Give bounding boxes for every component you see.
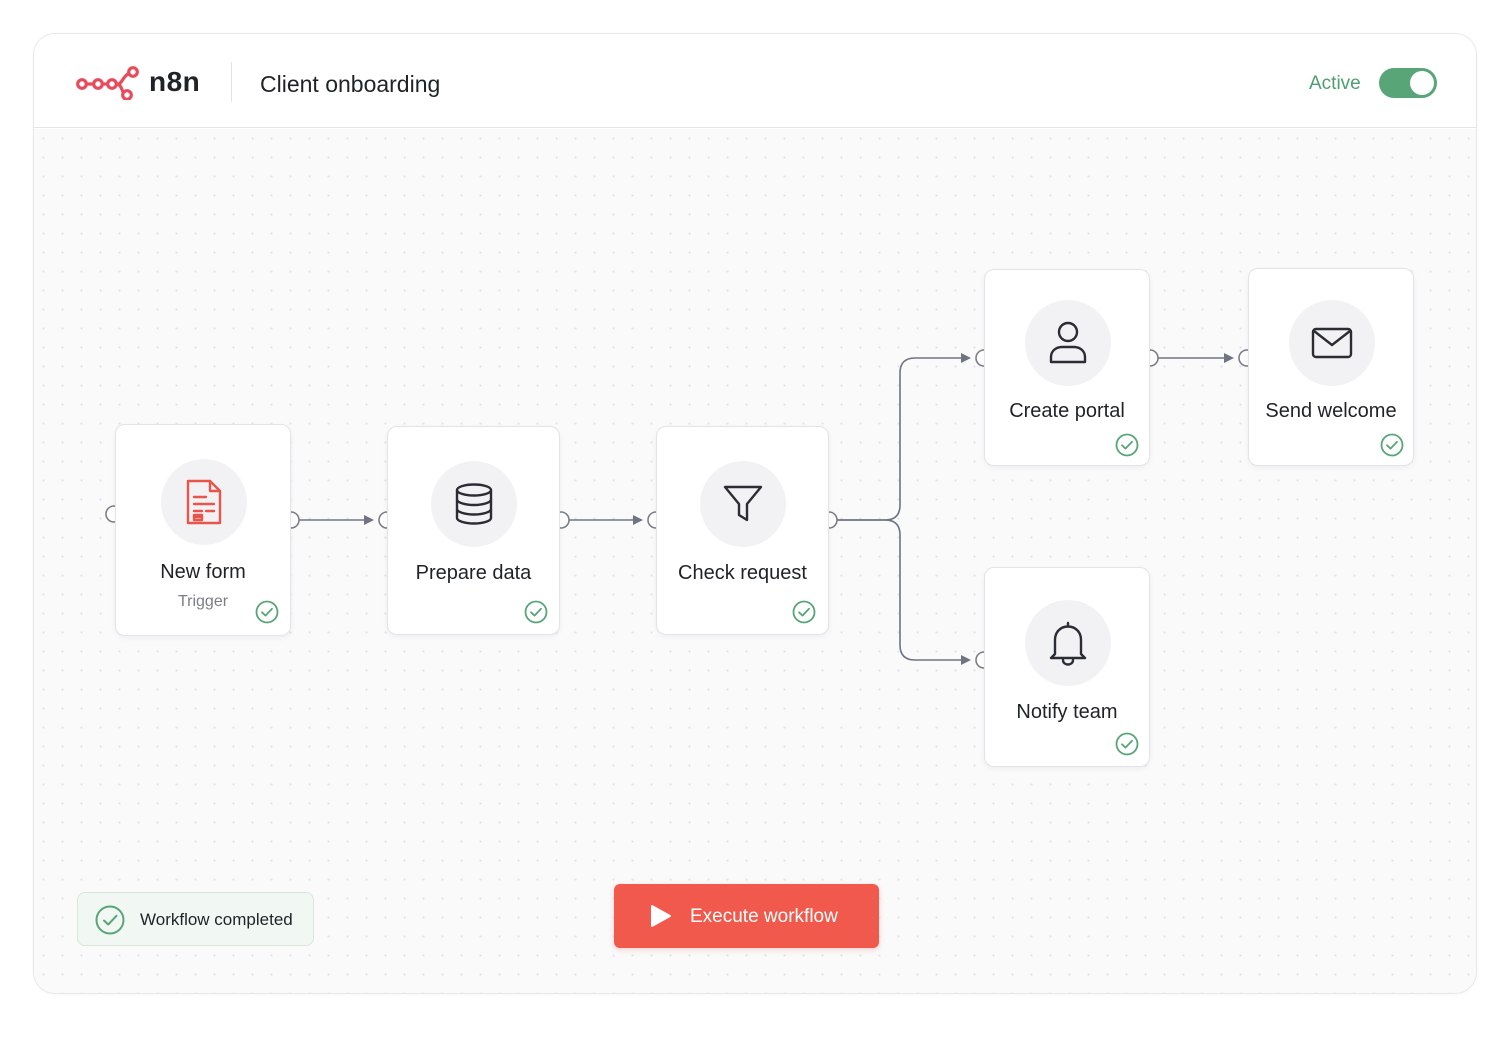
workflow-status-pill: Workflow completed: [77, 892, 314, 946]
play-icon: [651, 905, 671, 927]
editor-header: n8n Client onboarding Active: [34, 34, 1476, 128]
success-check-icon: [255, 600, 279, 624]
node-title: Create portal: [1009, 400, 1125, 422]
database-icon: [455, 483, 493, 525]
node-icon-circle: [1025, 300, 1111, 386]
success-check-icon: [792, 600, 816, 624]
active-toggle[interactable]: [1379, 68, 1437, 98]
success-check-icon: [1115, 433, 1139, 457]
header-divider: [231, 62, 232, 102]
node-send-welcome[interactable]: Send welcome: [1248, 268, 1414, 466]
brand-name: n8n: [149, 66, 201, 97]
form-document-icon: [186, 479, 222, 525]
node-icon-circle: [1289, 300, 1375, 386]
user-icon: [1049, 321, 1087, 364]
mail-icon: [1311, 327, 1353, 359]
success-check-icon: [1115, 732, 1139, 756]
node-title: Prepare data: [415, 562, 532, 584]
execute-workflow-label: Execute workflow: [690, 906, 838, 927]
toggle-knob: [1410, 71, 1434, 95]
bell-icon: [1049, 621, 1087, 666]
success-check-icon: [524, 600, 548, 624]
workflow-title[interactable]: Client onboarding: [260, 71, 440, 98]
node-title: Check request: [678, 562, 807, 584]
node-check-request[interactable]: Check request: [656, 426, 829, 635]
filter-funnel-icon: [723, 485, 763, 522]
node-icon-circle: [161, 459, 247, 545]
node-create-portal[interactable]: Create portal: [984, 269, 1150, 466]
node-prepare-data[interactable]: Prepare data: [387, 426, 560, 635]
node-title: New form: [160, 561, 246, 583]
workflow-status-text: Workflow completed: [140, 910, 293, 929]
node-title: Send welcome: [1265, 400, 1397, 422]
active-label: Active: [1309, 73, 1361, 94]
node-new-form[interactable]: New form Trigger: [115, 424, 291, 636]
node-icon-circle: [1025, 600, 1111, 686]
success-check-icon: [1380, 433, 1404, 457]
node-icon-circle: [700, 461, 786, 547]
node-notify-team[interactable]: Notify team: [984, 567, 1150, 767]
success-check-icon: [95, 905, 125, 935]
execute-workflow-button[interactable]: Execute workflow: [614, 884, 879, 948]
n8n-logo-icon: [76, 66, 139, 100]
node-icon-circle: [431, 461, 517, 547]
node-title: Notify team: [1016, 701, 1118, 723]
